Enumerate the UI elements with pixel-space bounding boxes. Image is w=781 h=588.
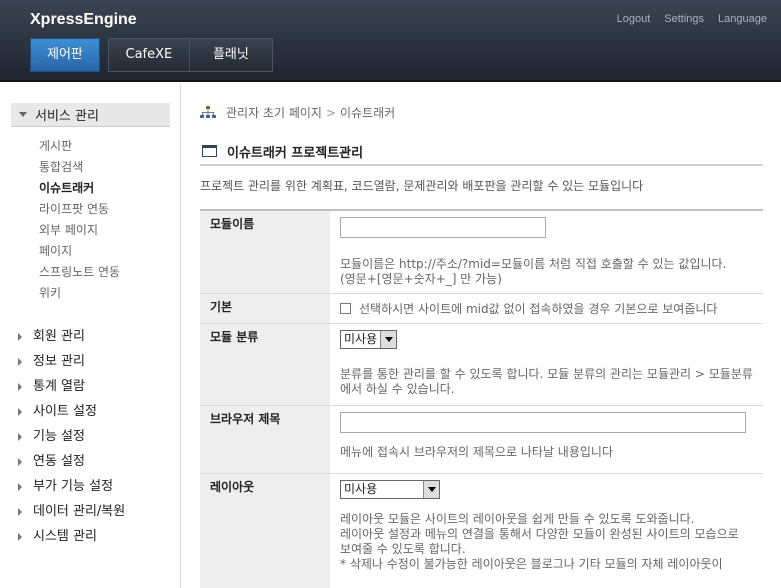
sidebar-menu-feature[interactable]: 기능 설정 (18, 424, 125, 449)
layout-select[interactable]: 미사용 (340, 480, 440, 499)
category-selected: 미사용 (344, 332, 378, 346)
sidebar-menus: 회원 관리 정보 관리 통계 열람 사이트 설정 기능 설정 연동 설정 부가 … (18, 324, 125, 549)
sidebar-item-wiki[interactable]: 위키 (39, 283, 120, 304)
sidebar-menu-info[interactable]: 정보 관리 (18, 349, 125, 374)
sidebar-item-issuetracker[interactable]: 이슈트래커 (39, 178, 120, 199)
module-name-help-2: (영문+[영문+숫자+_] 만 가능) (340, 272, 502, 286)
module-form: 모듈이름 모듈이름은 http://주소/?mid=모듈이름 처럼 직접 호출할… (200, 209, 763, 588)
global-links: Logout Settings Language (617, 13, 781, 25)
sidebar-item-lifepod[interactable]: 라이프팟 연동 (39, 199, 120, 220)
caret-right-icon (18, 482, 22, 491)
caret-right-icon (18, 332, 22, 341)
caret-right-icon (18, 432, 22, 441)
menu-label: 연동 설정 (33, 454, 85, 469)
menu-label: 회원 관리 (33, 329, 85, 344)
layout-selected: 미사용 (344, 482, 378, 496)
row-module-name: 모듈이름 모듈이름은 http://주소/?mid=모듈이름 처럼 직접 호출할… (200, 211, 763, 294)
logo[interactable]: XpressEngine (30, 11, 137, 29)
menu-label: 시스템 관리 (33, 529, 97, 544)
sidebar-menu-data[interactable]: 데이터 관리/복원 (18, 499, 125, 524)
dropdown-arrow-icon (423, 481, 439, 498)
layout-help-2: 레이아웃 설정과 메뉴의 연결을 통해서 다양한 모듈이 완성된 사이트의 모습… (340, 527, 739, 556)
menu-label: 기능 설정 (33, 429, 85, 444)
window-icon (202, 145, 217, 157)
row-category: 모듈 분류 미사용 분류를 통한 관리를 할 수 있도록 합니다. 모듈 분류의… (200, 324, 763, 406)
layout-help-3: * 삭제나 수정이 불가능한 레이아웃은 블로그나 기타 모듈의 자체 레이아웃… (340, 557, 723, 571)
breadcrumb-current[interactable]: 이슈트래커 (340, 104, 395, 121)
menu-label: 통계 열람 (33, 379, 85, 394)
sidebar-section-label: 서비스 관리 (35, 109, 99, 124)
sidebar-menu-addon[interactable]: 부가 기능 설정 (18, 474, 125, 499)
layout-cell: 미사용 레이아웃 모듈은 사이트의 레이아웃을 쉽게 만들 수 있도록 도와줍니… (330, 474, 763, 588)
caret-right-icon (18, 507, 22, 516)
category-label: 모듈 분류 (200, 324, 330, 405)
main-tabs: 제어판 CafeXE 플래닛 (30, 38, 273, 72)
caret-right-icon (18, 457, 22, 466)
tab-cafexe[interactable]: CafeXE (107, 38, 190, 72)
caret-right-icon (18, 407, 22, 416)
sidebar-item-board[interactable]: 게시판 (39, 136, 120, 157)
layout-help: 레이아웃 모듈은 사이트의 레이아웃을 쉽게 만들 수 있도록 도와줍니다. (340, 512, 695, 526)
dropdown-arrow-icon (380, 331, 397, 348)
row-browser-title: 브라우저 제목 메뉴에 접속시 브라우저의 제목으로 나타날 내용입니다 (200, 406, 763, 474)
admin-header: XpressEngine Logout Settings Language 제어… (0, 0, 781, 82)
language-link[interactable]: Language (718, 13, 767, 25)
default-text: 선택하시면 사이트에 mid값 없이 접속하였을 경우 기본으로 보여줍니다 (359, 302, 718, 316)
module-name-input[interactable] (340, 217, 546, 238)
sidebar-item-search[interactable]: 통합검색 (39, 157, 120, 178)
menu-label: 사이트 설정 (33, 404, 97, 419)
menu-label: 정보 관리 (33, 354, 85, 369)
page-title: 이슈트래커 프로젝트관리 (200, 142, 763, 166)
row-default: 기본 선택하시면 사이트에 mid값 없이 접속하였을 경우 기본으로 보여줍니… (200, 294, 763, 324)
menu-label: 부가 기능 설정 (33, 479, 114, 494)
breadcrumb-separator: > (325, 105, 337, 120)
sidebar: 서비스 관리 게시판 통합검색 이슈트래커 라이프팟 연동 외부 페이지 페이지… (0, 84, 181, 588)
sidebar-menu-integration[interactable]: 연동 설정 (18, 449, 125, 474)
sidebar-item-page[interactable]: 페이지 (39, 241, 120, 262)
category-help: 분류를 통한 관리를 할 수 있도록 합니다. 모듈 분류의 관리는 모듈관리 … (340, 367, 753, 396)
caret-right-icon (18, 532, 22, 541)
category-cell: 미사용 분류를 통한 관리를 할 수 있도록 합니다. 모듈 분류의 관리는 모… (330, 324, 763, 405)
default-label: 기본 (200, 294, 330, 323)
page-description: 프로젝트 관리를 위한 계획표, 코드열람, 문제관리와 배포판을 관리할 수 … (200, 179, 644, 193)
caret-right-icon (18, 382, 22, 391)
module-name-cell: 모듈이름은 http://주소/?mid=모듈이름 처럼 직접 호출할 수 있는… (330, 211, 763, 293)
browser-title-cell: 메뉴에 접속시 브라우저의 제목으로 나타날 내용입니다 (330, 406, 763, 473)
sidebar-menu-member[interactable]: 회원 관리 (18, 324, 125, 349)
tab-planet[interactable]: 플래닛 (189, 38, 273, 72)
sidebar-menu-stats[interactable]: 통계 열람 (18, 374, 125, 399)
caret-down-icon (19, 112, 27, 117)
tab-control-panel[interactable]: 제어판 (30, 38, 100, 72)
breadcrumb-home[interactable]: 관리자 초기 페이지 (226, 104, 322, 121)
sidebar-menu-system[interactable]: 시스템 관리 (18, 524, 125, 549)
category-select[interactable]: 미사용 (340, 330, 398, 349)
browser-title-label: 브라우저 제목 (200, 406, 330, 473)
default-cell: 선택하시면 사이트에 mid값 없이 접속하였을 경우 기본으로 보여줍니다 (330, 294, 763, 323)
browser-title-input[interactable] (340, 412, 746, 433)
settings-link[interactable]: Settings (664, 13, 704, 25)
layout-label: 레이아웃 (200, 474, 330, 588)
page-title-text: 이슈트래커 프로젝트관리 (227, 146, 364, 161)
logout-link[interactable]: Logout (617, 13, 651, 25)
module-name-help: 모듈이름은 http://주소/?mid=모듈이름 처럼 직접 호출할 수 있는… (340, 257, 727, 271)
caret-right-icon (18, 357, 22, 366)
default-checkbox[interactable] (340, 303, 351, 314)
row-layout: 레이아웃 미사용 레이아웃 모듈은 사이트의 레이아웃을 쉽게 만들 수 있도록… (200, 474, 763, 588)
browser-title-help: 메뉴에 접속시 브라우저의 제목으로 나타날 내용입니다 (340, 445, 613, 459)
sidebar-section-service[interactable]: 서비스 관리 (11, 103, 170, 127)
sidebar-item-springnote[interactable]: 스프링노트 연동 (39, 262, 120, 283)
sidebar-submenu: 게시판 통합검색 이슈트래커 라이프팟 연동 외부 페이지 페이지 스프링노트 … (39, 136, 120, 304)
sidebar-item-external-page[interactable]: 외부 페이지 (39, 220, 120, 241)
sitemap-icon (200, 105, 216, 118)
module-name-label: 모듈이름 (200, 211, 330, 293)
sidebar-menu-site[interactable]: 사이트 설정 (18, 399, 125, 424)
main-content: 관리자 초기 페이지 > 이슈트래커 이슈트래커 프로젝트관리 프로젝트 관리를… (182, 84, 781, 588)
menu-label: 데이터 관리/복원 (33, 504, 126, 519)
breadcrumb: 관리자 초기 페이지 > 이슈트래커 (200, 104, 395, 121)
